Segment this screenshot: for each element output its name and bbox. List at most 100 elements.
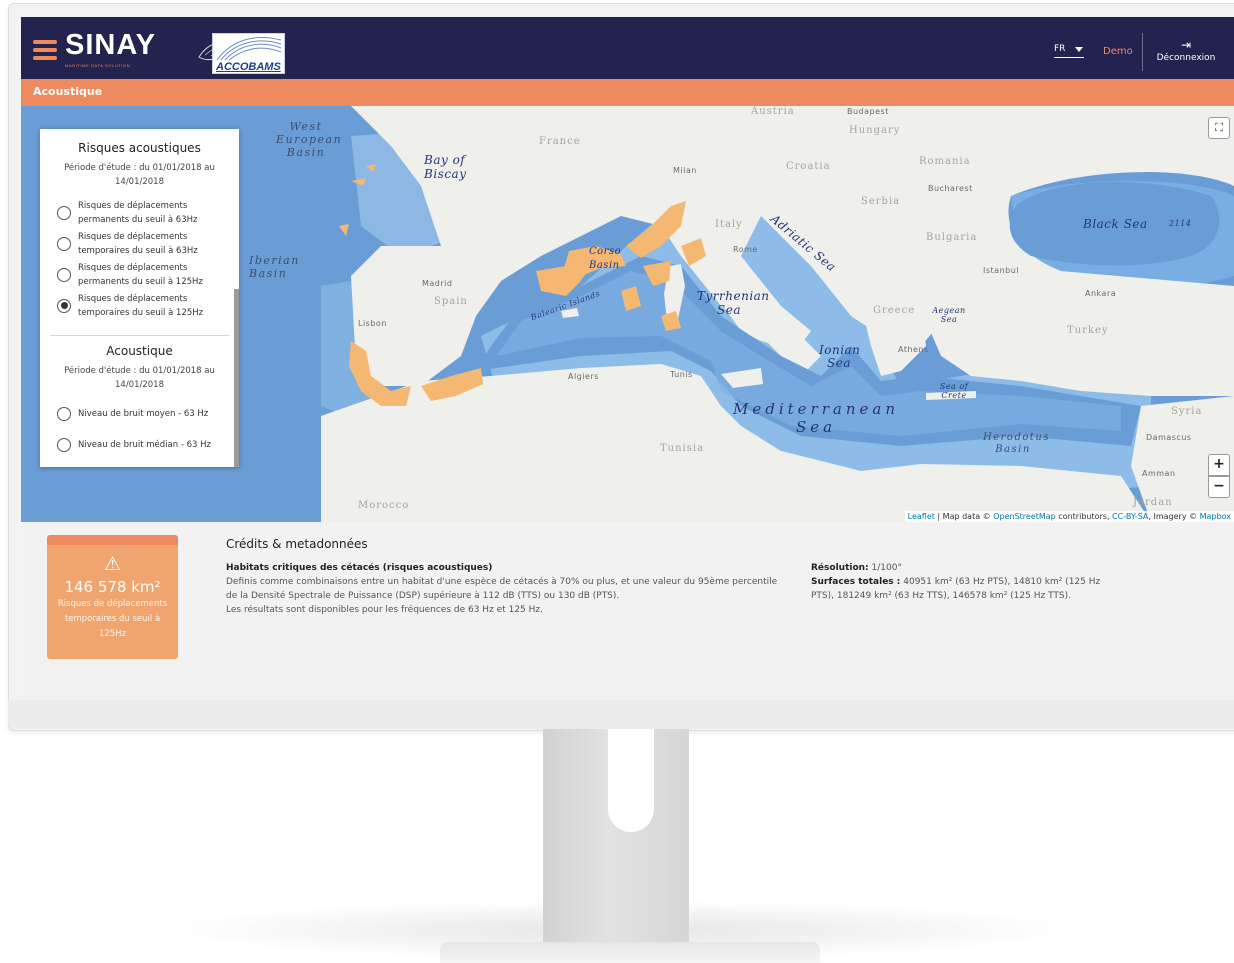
warning-icon: ⚠ xyxy=(103,553,122,575)
map-city-lisbon: Lisbon xyxy=(358,319,387,328)
layer-option[interactable]: Niveau de bruit médian - 63 Hz xyxy=(57,429,239,460)
monitor-chin xyxy=(8,700,1234,729)
zoom-in-button[interactable]: + xyxy=(1208,454,1230,476)
brand-tagline: MARITIME DATA SOLUTION xyxy=(65,63,131,68)
stand-cable-hole xyxy=(608,729,654,832)
kpi-label: Risques de déplacements temporaires du s… xyxy=(57,599,168,639)
map-label-aegean-sea: Aegean Sea xyxy=(932,306,966,324)
map-label-italy: Italy xyxy=(715,219,743,230)
hamburger-icon[interactable] xyxy=(33,40,57,60)
app-screen: SINAY MARITIME DATA SOLUTION ACCOBAMS FR… xyxy=(21,17,1234,700)
kpi-card: ⚠ 146 578 km² Risques de déplacements te… xyxy=(47,535,178,659)
radio-button[interactable] xyxy=(57,406,71,421)
panel-divider xyxy=(50,335,229,336)
mapbox-link[interactable]: Mapbox xyxy=(1200,512,1231,521)
map-label-turkey: Turkey xyxy=(1067,325,1109,336)
layer-option-label: Risques de déplacements temporaires du s… xyxy=(78,231,198,256)
radio-button[interactable] xyxy=(57,236,71,251)
map-city-tunis: Tunis xyxy=(670,370,693,379)
layer-option[interactable]: Risques de déplacements permanents du se… xyxy=(57,197,239,228)
map-label-bay-of-biscay: Bay of Biscay xyxy=(424,153,467,181)
map-label-romania: Romania xyxy=(919,156,971,167)
user-name-link[interactable]: Demo xyxy=(1103,46,1133,57)
study-period: Période d'étude : du 01/01/2018 au 14/01… xyxy=(64,163,215,187)
logout-icon: ⇥ xyxy=(1180,38,1192,52)
map-label-black-sea: Black Sea xyxy=(1083,217,1148,231)
map-label-syria: Syria xyxy=(1171,406,1203,417)
language-select[interactable]: FR xyxy=(1054,44,1084,58)
habitat-note: Les résultats sont disponibles pour les … xyxy=(226,605,543,615)
layer-option-label: Niveau de bruit moyen - 63 Hz xyxy=(78,408,209,419)
accobams-logo: ACCOBAMS xyxy=(212,33,285,74)
radio-button-selected[interactable] xyxy=(57,298,71,313)
map-city-budapest: Budapest xyxy=(847,107,889,116)
layer-option-label: Risques de déplacements permanents du se… xyxy=(78,262,203,287)
map-city-algiers: Algiers xyxy=(568,372,599,381)
attribution-text: | Map data © xyxy=(934,512,994,521)
habitat-description: Definis comme combinaisons entre un habi… xyxy=(226,577,778,601)
sinay-logo[interactable]: SINAY MARITIME DATA SOLUTION xyxy=(65,29,250,68)
map-attribution: Leaflet | Map data © OpenStreetMap contr… xyxy=(904,511,1234,522)
map-label-sea-of-crete: Sea of Crete xyxy=(939,382,969,400)
metadata-description: Habitats critiques des cétacés (risques … xyxy=(226,561,786,617)
attribution-text-3: , Imagery © xyxy=(1148,512,1200,521)
map-label-tyrrhenian-sea: Tyrrhenian Sea xyxy=(697,289,770,317)
map-label-west-european-basin: West European Basin xyxy=(276,120,343,159)
layer-option-label: Risques de déplacements permanents du se… xyxy=(78,200,198,225)
zoom-out-button[interactable]: − xyxy=(1208,476,1230,498)
license-link[interactable]: CC-BY-SA xyxy=(1112,512,1148,521)
accobams-wave-icon xyxy=(216,37,282,61)
layer-group-title-acoustics: Acoustique xyxy=(106,344,173,358)
map-label-corso-basin: Corso Basin xyxy=(589,246,622,271)
map-label-iberian-basin: Iberian Basin xyxy=(249,254,300,280)
layer-option[interactable]: Risques de déplacements permanents du se… xyxy=(57,259,239,290)
section-title: Acoustique xyxy=(33,85,103,98)
map-label-spain: Spain xyxy=(434,296,468,307)
map-label-tunisia: Tunisia xyxy=(660,443,705,454)
map-label-bulgaria: Bulgaria xyxy=(926,232,978,243)
map-label-ionian-sea: Ionian Sea xyxy=(819,343,861,370)
radio-button[interactable] xyxy=(57,267,71,282)
logout-button[interactable]: ⇥ Déconnexion xyxy=(1155,38,1217,64)
map-label-serbia: Serbia xyxy=(861,196,901,207)
map-label-herodotus-basin: Herodotus Basin xyxy=(983,432,1050,455)
fullscreen-icon: ⛶ xyxy=(1215,121,1223,134)
layer-panel[interactable]: Risques acoustiques Période d'étude : du… xyxy=(40,129,239,467)
map-label-france: France xyxy=(539,136,581,147)
partner-name: ACCOBAMS xyxy=(216,61,281,73)
layer-option[interactable]: Risques de déplacements temporaires du s… xyxy=(57,290,239,321)
map-city-damascus: Damascus xyxy=(1146,433,1192,442)
study-period: Période d'étude : du 01/01/2018 au 14/01… xyxy=(64,366,215,390)
metadata-summary: Résolution: 1/100° Surfaces totales : 40… xyxy=(811,561,1101,603)
map-city-athens: Athens xyxy=(898,345,929,354)
map-label-jordan: Jordan xyxy=(1133,497,1173,508)
brand-name: SINAY xyxy=(65,29,156,61)
map-label-croatia: Croatia xyxy=(786,161,831,172)
map-label-austria: Austria xyxy=(751,106,795,117)
radio-button[interactable] xyxy=(57,437,71,452)
attribution-text-2: contributors, xyxy=(1055,512,1113,521)
monitor-base xyxy=(440,942,820,963)
map-label-morocco: Morocco xyxy=(358,500,410,511)
chevron-down-icon xyxy=(1075,47,1083,52)
leaflet-link[interactable]: Leaflet xyxy=(908,512,935,521)
navbar-divider xyxy=(1142,33,1143,71)
fullscreen-button[interactable]: ⛶ xyxy=(1208,117,1230,139)
map-label-black-sea-depth: 2114 xyxy=(1169,219,1192,228)
layer-option[interactable]: Niveau de bruit moyen - 63 Hz xyxy=(57,398,239,429)
logout-label: Déconnexion xyxy=(1156,53,1216,63)
layer-option-label: Risques de déplacements temporaires du s… xyxy=(78,293,204,318)
map-city-madrid: Madrid xyxy=(422,279,453,288)
osm-link[interactable]: OpenStreetMap xyxy=(993,512,1056,521)
panel-scrollbar[interactable] xyxy=(234,289,239,467)
map-label-hungary: Hungary xyxy=(849,125,901,136)
radio-button[interactable] xyxy=(57,205,71,220)
map-city-istanbul: Istanbul xyxy=(983,266,1020,275)
layer-group-title-risks: Risques acoustiques xyxy=(78,141,201,155)
layer-option[interactable]: Risques de déplacements temporaires du s… xyxy=(57,228,239,259)
section-bar: Acoustique xyxy=(21,79,1234,106)
map-city-bucharest: Bucharest xyxy=(928,184,973,193)
language-value: FR xyxy=(1054,44,1066,54)
map-city-amman: Amman xyxy=(1142,469,1176,478)
resolution-label: Résolution: xyxy=(811,563,869,573)
